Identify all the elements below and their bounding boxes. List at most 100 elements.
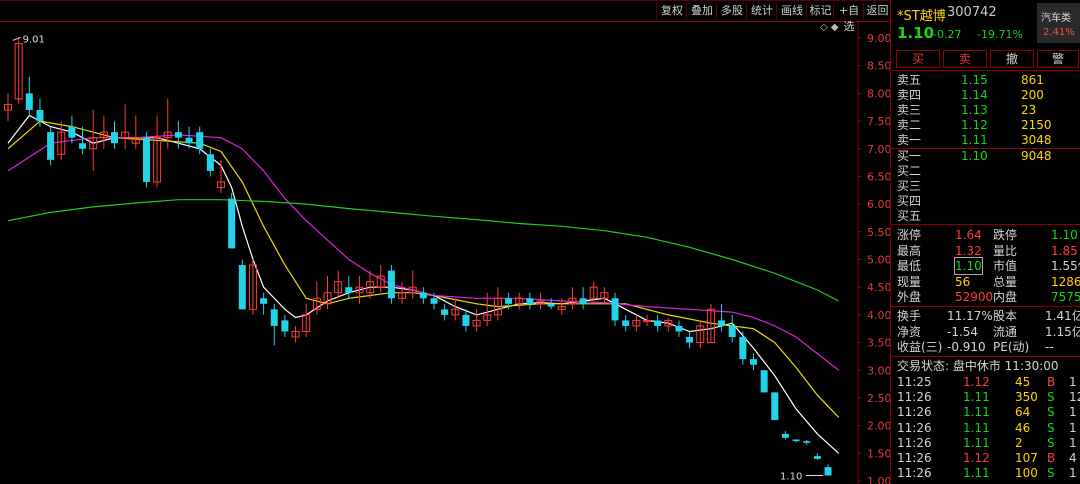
y-tick-label: 8.50 — [867, 60, 890, 73]
stat-label: 跌停 — [993, 228, 1018, 242]
level-volume: 2150 — [1021, 118, 1052, 132]
tick-volume: 100 — [1015, 466, 1038, 481]
candle-body — [547, 303, 555, 307]
level-label: 卖二 — [897, 118, 922, 132]
y-tick-label: 2.50 — [867, 392, 890, 405]
stock-name: *ST越博 — [897, 9, 946, 24]
y-tick-label: 5.00 — [867, 254, 890, 267]
candle-body — [781, 433, 789, 438]
candle-body — [228, 198, 236, 249]
stat-label: 量比 — [993, 243, 1018, 258]
level-volume: 9048 — [1021, 149, 1052, 163]
menu-back[interactable]: 返回 — [863, 3, 891, 19]
tick-side: S — [1047, 390, 1055, 405]
candle-body — [270, 309, 278, 326]
high-marker-line — [12, 36, 21, 41]
tick-row: 11:26 1.11 46 S 1 — [897, 421, 1080, 436]
stat-value: -0.910 — [947, 340, 986, 354]
y-tick-label: 6.50 — [867, 170, 890, 183]
y-tick-label: 1.50 — [867, 447, 890, 460]
y-tick-label: 7.00 — [867, 143, 890, 156]
stat-label: 最低 — [897, 259, 922, 273]
candle-body — [68, 126, 76, 138]
candle-body — [792, 439, 800, 442]
ma-line-ma10 — [7, 120, 840, 418]
tick-side: S — [1047, 420, 1055, 435]
tick-count: 1 — [1069, 466, 1077, 481]
stat-value: 1.32 — [955, 243, 982, 258]
level-volume: 23 — [1021, 103, 1037, 117]
kline-chart[interactable]: 9.00 8.50 8.00 7.50 7.00 6.50 6.00 5.50 5.00 4.50… — [0, 21, 890, 484]
stat-value: 75755 — [1051, 290, 1080, 304]
candle-body — [111, 132, 118, 144]
level-label: 卖四 — [897, 88, 922, 102]
candle-body — [441, 309, 449, 315]
candle-body — [505, 298, 513, 304]
menu-draw-line[interactable]: 画线 — [776, 3, 807, 19]
candle-body — [675, 325, 683, 332]
tick-row: 11:26 1.11 64 S 1 — [897, 405, 1080, 420]
stat-row: 现量 56 总量 128655 — [897, 274, 1080, 290]
tick-time: 11:26 — [897, 435, 932, 450]
stat-row: 净资 -1.54 流通 1.15亿 — [897, 324, 1080, 340]
tick-volume: 45 — [1015, 375, 1031, 389]
stat-value: 128655 — [1051, 274, 1080, 289]
tick-price: 1.12 — [963, 451, 990, 465]
tick-price: 1.12 — [963, 375, 990, 389]
candle-body — [771, 392, 779, 421]
menu-mark[interactable]: 标记 — [806, 3, 834, 19]
tick-count: 1 — [1069, 375, 1077, 389]
stat-row: 换手 11.17% 股本 1.41亿 — [897, 308, 1080, 324]
menu-statistics[interactable]: 统计 — [746, 3, 777, 19]
tick-count: 1 — [1069, 405, 1077, 420]
menu-multi-stock[interactable]: 多股 — [716, 3, 747, 19]
y-tick-label: 4.50 — [867, 281, 890, 294]
stat-label: 最高 — [897, 243, 922, 258]
tick-price: 1.11 — [963, 435, 990, 450]
tick-volume: 350 — [1015, 390, 1038, 405]
candle-body — [142, 137, 150, 182]
last-marker-label: 1.10 — [780, 471, 802, 482]
candle-body — [387, 270, 395, 299]
candle-body — [579, 298, 587, 304]
y-tick-label: 1.00 — [867, 475, 890, 484]
buy-button[interactable]: 买 — [896, 50, 940, 68]
candle-body — [728, 325, 736, 338]
stat-value: 1.85 — [1051, 243, 1078, 258]
stat-label: 总量 — [993, 274, 1018, 289]
stat-label: 换手 — [897, 309, 922, 323]
tick-side: B — [1047, 451, 1056, 465]
level-label: 买二 — [897, 164, 922, 178]
stat-value: 1.10 — [954, 257, 983, 275]
tick-side: S — [1047, 435, 1055, 450]
candle-body — [718, 320, 726, 326]
level-label: 卖三 — [897, 103, 922, 117]
tick-count: 12 — [1069, 390, 1080, 405]
candle-body — [206, 154, 214, 171]
candle-body — [760, 370, 768, 393]
alert-button[interactable]: 警 — [1037, 50, 1079, 68]
stat-row: 涨停 1.64 跌停 1.10 — [897, 227, 1080, 243]
tick-row: 11:26 1.12 107 B 4 — [897, 451, 1080, 466]
price-change: -0.27 — [933, 28, 962, 41]
tick-side: S — [1047, 405, 1055, 420]
trading-app: 复权 叠加 多股 统计 画线 标记 +自选 返回 ◇ ◆ 9.00 8.50 8.0… — [0, 0, 1080, 484]
sector-box[interactable]: 汽车类 2.41% — [1037, 3, 1080, 43]
sell-button[interactable]: 卖 — [943, 50, 987, 68]
stat-label: 收益(三) — [897, 340, 943, 354]
menu-overlay[interactable]: 叠加 — [686, 3, 717, 19]
candle-body — [824, 467, 832, 476]
level-label: 买一 — [897, 149, 922, 163]
stat-value: -1.54 — [947, 324, 979, 339]
menu-fuquan[interactable]: 复权 — [656, 3, 687, 19]
menu-add-watchlist[interactable]: +自选 — [833, 3, 864, 33]
cancel-order-button[interactable]: 撤 — [990, 50, 1034, 68]
price-change-percent: -19.71% — [977, 28, 1023, 41]
tick-time: 11:26 — [897, 451, 932, 465]
sector-change: 2.41% — [1043, 27, 1075, 38]
candle-body — [686, 337, 694, 343]
tick-side: B — [1047, 375, 1056, 389]
level-label: 买三 — [897, 179, 922, 193]
candle-body — [47, 132, 55, 160]
tick-row: 11:25 1.12 45 B 1 — [897, 375, 1080, 390]
